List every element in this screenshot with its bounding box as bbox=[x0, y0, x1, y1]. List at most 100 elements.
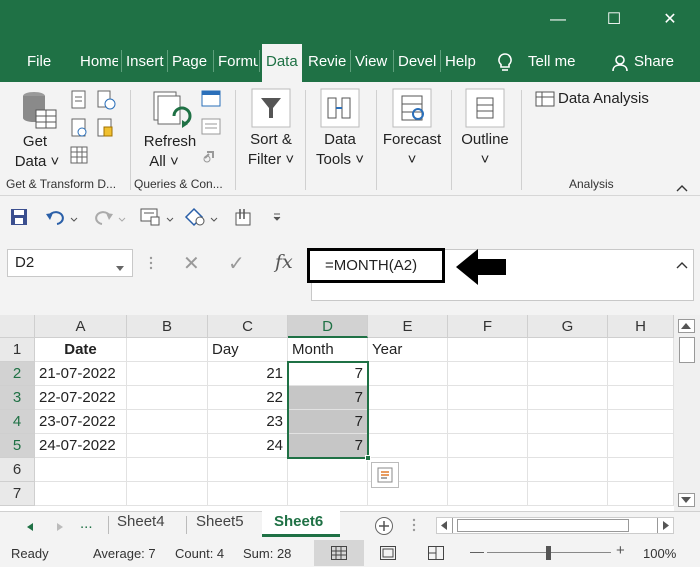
data-tools-label[interactable]: Data bbox=[316, 130, 364, 150]
row-header-4[interactable]: 4 bbox=[0, 410, 35, 434]
redo-dropdown-icon[interactable] bbox=[118, 211, 126, 226]
properties-icon[interactable] bbox=[201, 118, 221, 139]
cell-c3[interactable]: 22 bbox=[208, 386, 288, 410]
scroll-left-icon[interactable] bbox=[437, 518, 453, 533]
scroll-up-icon[interactable] bbox=[678, 319, 695, 333]
cell-h5[interactable] bbox=[608, 434, 674, 458]
undo-dropdown-icon[interactable] bbox=[70, 211, 78, 226]
row-header-7[interactable]: 7 bbox=[0, 482, 35, 506]
scroll-sheets-left-icon[interactable] bbox=[26, 520, 34, 535]
cell-a1[interactable]: Date bbox=[35, 338, 127, 362]
row-header-6[interactable]: 6 bbox=[0, 458, 35, 482]
cell-b1[interactable] bbox=[127, 338, 208, 362]
cell-d1[interactable]: Month bbox=[288, 338, 368, 362]
name-box[interactable]: D2 bbox=[7, 249, 133, 277]
cancel-edit-button[interactable]: ✕ bbox=[183, 251, 200, 276]
tab-developer[interactable]: Devel bbox=[396, 50, 438, 82]
cell-f5[interactable] bbox=[448, 434, 528, 458]
column-header-d[interactable]: D bbox=[288, 315, 368, 338]
sheet-tab-sheet6[interactable]: Sheet6 bbox=[262, 511, 340, 537]
column-header-f[interactable]: F bbox=[448, 315, 528, 338]
recent-sources-icon[interactable] bbox=[96, 90, 116, 113]
zoom-out-button[interactable]: — bbox=[470, 543, 484, 559]
horizontal-scrollbar[interactable] bbox=[436, 517, 674, 534]
cell-d7[interactable] bbox=[288, 482, 368, 506]
cell-e3[interactable] bbox=[368, 386, 448, 410]
column-header-b[interactable]: B bbox=[127, 315, 208, 338]
refresh-all-label[interactable]: Refresh bbox=[140, 132, 200, 152]
cell-g1[interactable] bbox=[528, 338, 608, 362]
cell-g3[interactable] bbox=[528, 386, 608, 410]
expand-formula-bar-icon[interactable] bbox=[676, 257, 688, 272]
cell-e2[interactable] bbox=[368, 362, 448, 386]
scroll-down-icon[interactable] bbox=[678, 493, 695, 507]
cell-a4[interactable]: 23-07-2022 bbox=[35, 410, 127, 434]
edit-links-icon[interactable] bbox=[201, 146, 221, 167]
cell-f3[interactable] bbox=[448, 386, 528, 410]
form-icon[interactable] bbox=[140, 207, 162, 230]
cell-c7[interactable] bbox=[208, 482, 288, 506]
cell-a2[interactable]: 21-07-2022 bbox=[35, 362, 127, 386]
queries-connections-icon[interactable] bbox=[201, 90, 221, 111]
cell-h6[interactable] bbox=[608, 458, 674, 482]
page-break-view-icon[interactable] bbox=[428, 546, 444, 563]
get-data-label[interactable]: Get bbox=[10, 132, 60, 152]
collapse-ribbon-icon[interactable] bbox=[676, 180, 688, 195]
cell-a3[interactable]: 22-07-2022 bbox=[35, 386, 127, 410]
new-sheet-icon[interactable] bbox=[374, 516, 394, 539]
cell-c5[interactable]: 24 bbox=[208, 434, 288, 458]
cell-h4[interactable] bbox=[608, 410, 674, 434]
cell-d2[interactable]: 7 bbox=[288, 362, 368, 386]
cell-f4[interactable] bbox=[448, 410, 528, 434]
attach-icon[interactable] bbox=[234, 207, 254, 230]
cell-h3[interactable] bbox=[608, 386, 674, 410]
tab-home[interactable]: Home bbox=[78, 50, 118, 82]
tab-insert[interactable]: Insert bbox=[124, 50, 166, 82]
column-header-a[interactable]: A bbox=[35, 315, 127, 338]
row-header-5[interactable]: 5 bbox=[0, 434, 35, 458]
row-header-1[interactable]: 1 bbox=[0, 338, 35, 362]
cell-c6[interactable] bbox=[208, 458, 288, 482]
form-dropdown-icon[interactable] bbox=[166, 211, 174, 226]
scroll-sheets-right-icon[interactable] bbox=[56, 520, 64, 535]
column-header-e[interactable]: E bbox=[368, 315, 448, 338]
scroll-right-icon[interactable] bbox=[657, 518, 673, 533]
tab-file[interactable]: File bbox=[25, 50, 65, 82]
sort-filter-label[interactable]: Sort & bbox=[245, 130, 297, 150]
cell-e4[interactable] bbox=[368, 410, 448, 434]
shapes-icon[interactable] bbox=[184, 207, 206, 230]
cell-b5[interactable] bbox=[127, 434, 208, 458]
cell-f7[interactable] bbox=[448, 482, 528, 506]
cell-g6[interactable] bbox=[528, 458, 608, 482]
cell-c1[interactable]: Day bbox=[208, 338, 288, 362]
cell-c4[interactable]: 23 bbox=[208, 410, 288, 434]
web-icon[interactable] bbox=[70, 118, 88, 141]
cell-h2[interactable] bbox=[608, 362, 674, 386]
outline-label[interactable]: Outline bbox=[456, 130, 514, 150]
share-button[interactable]: Share bbox=[632, 50, 682, 82]
row-header-3[interactable]: 3 bbox=[0, 386, 35, 410]
column-header-h[interactable]: H bbox=[608, 315, 674, 338]
column-header-c[interactable]: C bbox=[208, 315, 288, 338]
existing-connections-icon[interactable] bbox=[96, 118, 114, 141]
cell-f6[interactable] bbox=[448, 458, 528, 482]
tab-help[interactable]: Help bbox=[443, 50, 483, 82]
insert-function-button[interactable]: fx bbox=[275, 251, 293, 273]
tab-review[interactable]: Revie bbox=[306, 50, 348, 82]
cell-a6[interactable] bbox=[35, 458, 127, 482]
cell-h7[interactable] bbox=[608, 482, 674, 506]
customize-qat-icon[interactable] bbox=[272, 210, 282, 225]
data-analysis-button[interactable]: Data Analysis bbox=[558, 89, 649, 109]
cell-f1[interactable] bbox=[448, 338, 528, 362]
outline-dropdown[interactable]: ˅ bbox=[456, 150, 514, 170]
cell-e5[interactable] bbox=[368, 434, 448, 458]
redo-icon[interactable] bbox=[92, 208, 114, 229]
cell-b2[interactable] bbox=[127, 362, 208, 386]
cell-a7[interactable] bbox=[35, 482, 127, 506]
cell-f2[interactable] bbox=[448, 362, 528, 386]
undo-icon[interactable] bbox=[45, 208, 67, 229]
shapes-dropdown-icon[interactable] bbox=[210, 211, 218, 226]
cell-d5[interactable]: 7 bbox=[288, 434, 368, 458]
cell-g5[interactable] bbox=[528, 434, 608, 458]
forecast-label[interactable]: Forecast bbox=[380, 130, 444, 150]
